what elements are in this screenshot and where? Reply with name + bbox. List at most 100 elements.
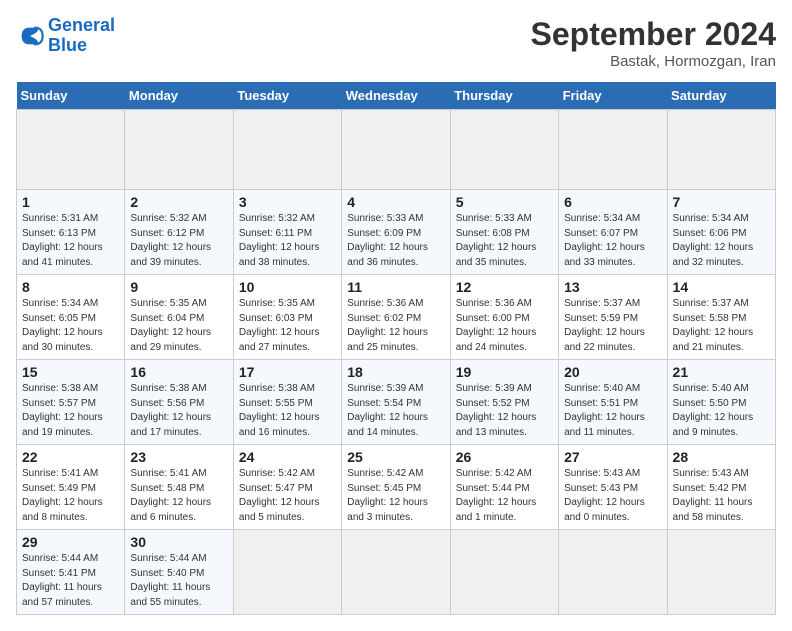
calendar-cell xyxy=(559,110,667,190)
calendar-cell: 28 Sunrise: 5:43 AMSunset: 5:42 PMDayligh… xyxy=(667,445,775,530)
calendar-cell xyxy=(559,530,667,615)
header-day: Tuesday xyxy=(233,82,341,110)
day-number: 8 xyxy=(22,279,119,295)
day-number: 25 xyxy=(347,449,444,465)
day-number: 22 xyxy=(22,449,119,465)
day-number: 18 xyxy=(347,364,444,380)
day-info: Sunrise: 5:39 AMSunset: 5:52 PMDaylight:… xyxy=(456,382,553,440)
day-info: Sunrise: 5:33 AMSunset: 6:08 PMDaylight:… xyxy=(456,212,553,270)
day-number: 15 xyxy=(22,364,119,380)
day-number: 14 xyxy=(673,279,770,295)
calendar-cell: 21Sunrise: 5:40 AMSunset: 5:50 PMDayligh… xyxy=(667,360,775,445)
calendar-cell: 9 Sunrise: 5:35 AMSunset: 6:04 PMDaylight… xyxy=(125,275,233,360)
calendar-cell xyxy=(450,530,558,615)
calendar-cell: 23Sunrise: 5:41 AMSunset: 5:48 PMDayligh… xyxy=(125,445,233,530)
day-info: Sunrise: 5:36 AMSunset: 6:02 PMDaylight:… xyxy=(347,297,444,355)
day-number: 5 xyxy=(456,194,553,210)
day-info: Sunrise: 5:34 AMSunset: 6:06 PMDaylight:… xyxy=(673,212,770,270)
day-info: Sunrise: 5:44 AMSunset: 5:40 PMDaylight:… xyxy=(130,552,227,610)
day-info: Sunrise: 5:38 AMSunset: 5:56 PMDaylight:… xyxy=(130,382,227,440)
day-number: 9 xyxy=(130,279,227,295)
logo: General Blue xyxy=(16,16,115,56)
logo-icon xyxy=(16,22,44,50)
day-info: Sunrise: 5:43 AMSunset: 5:43 PMDaylight:… xyxy=(564,467,661,525)
day-info: Sunrise: 5:42 AMSunset: 5:47 PMDaylight:… xyxy=(239,467,336,525)
month-title: September 2024 xyxy=(531,16,776,53)
day-number: 3 xyxy=(239,194,336,210)
calendar-cell xyxy=(233,110,341,190)
day-info: Sunrise: 5:44 AMSunset: 5:41 PMDaylight:… xyxy=(22,552,119,610)
day-number: 27 xyxy=(564,449,661,465)
day-info: Sunrise: 5:41 AMSunset: 5:48 PMDaylight:… xyxy=(130,467,227,525)
calendar-cell: 19 Sunrise: 5:39 AMSunset: 5:52 PMDayligh… xyxy=(450,360,558,445)
header-day: Thursday xyxy=(450,82,558,110)
calendar-cell xyxy=(667,110,775,190)
calendar-cell: 26Sunrise: 5:42 AMSunset: 5:44 PMDayligh… xyxy=(450,445,558,530)
calendar-cell: 15 Sunrise: 5:38 AMSunset: 5:57 PMDayligh… xyxy=(17,360,125,445)
calendar-cell: 12Sunrise: 5:36 AMSunset: 6:00 PMDayligh… xyxy=(450,275,558,360)
calendar-table: SundayMondayTuesdayWednesdayThursdayFrid… xyxy=(16,82,776,615)
day-number: 24 xyxy=(239,449,336,465)
day-number: 16 xyxy=(130,364,227,380)
calendar-cell: 25 Sunrise: 5:42 AMSunset: 5:45 PMDayligh… xyxy=(342,445,450,530)
day-number: 19 xyxy=(456,364,553,380)
day-number: 28 xyxy=(673,449,770,465)
day-number: 4 xyxy=(347,194,444,210)
day-number: 6 xyxy=(564,194,661,210)
calendar-cell xyxy=(667,530,775,615)
day-number: 13 xyxy=(564,279,661,295)
calendar-cell: 16 Sunrise: 5:38 AMSunset: 5:56 PMDayligh… xyxy=(125,360,233,445)
calendar-week-row: 8 Sunrise: 5:34 AMSunset: 6:05 PMDaylight… xyxy=(17,275,776,360)
day-number: 7 xyxy=(673,194,770,210)
calendar-cell: 11Sunrise: 5:36 AMSunset: 6:02 PMDayligh… xyxy=(342,275,450,360)
page-header: General Blue September 2024 Bastak, Horm… xyxy=(16,16,776,70)
header-day: Monday xyxy=(125,82,233,110)
header-day: Sunday xyxy=(17,82,125,110)
day-info: Sunrise: 5:35 AMSunset: 6:04 PMDaylight:… xyxy=(130,297,227,355)
day-number: 17 xyxy=(239,364,336,380)
calendar-cell: 24 Sunrise: 5:42 AMSunset: 5:47 PMDayligh… xyxy=(233,445,341,530)
calendar-cell: 5 Sunrise: 5:33 AMSunset: 6:08 PMDaylight… xyxy=(450,190,558,275)
day-number: 29 xyxy=(22,534,119,550)
calendar-cell xyxy=(233,530,341,615)
calendar-cell: 17 Sunrise: 5:38 AMSunset: 5:55 PMDayligh… xyxy=(233,360,341,445)
day-info: Sunrise: 5:32 AMSunset: 6:12 PMDaylight:… xyxy=(130,212,227,270)
day-info: Sunrise: 5:32 AMSunset: 6:11 PMDaylight:… xyxy=(239,212,336,270)
day-info: Sunrise: 5:34 AMSunset: 6:05 PMDaylight:… xyxy=(22,297,119,355)
calendar-cell: 18 Sunrise: 5:39 AMSunset: 5:54 PMDayligh… xyxy=(342,360,450,445)
day-info: Sunrise: 5:42 AMSunset: 5:44 PMDaylight:… xyxy=(456,467,553,525)
calendar-cell: 13 Sunrise: 5:37 AMSunset: 5:59 PMDayligh… xyxy=(559,275,667,360)
title-block: September 2024 Bastak, Hormozgan, Iran xyxy=(531,16,776,70)
header-day: Friday xyxy=(559,82,667,110)
day-number: 30 xyxy=(130,534,227,550)
header-row: SundayMondayTuesdayWednesdayThursdayFrid… xyxy=(17,82,776,110)
day-number: 10 xyxy=(239,279,336,295)
header-day: Saturday xyxy=(667,82,775,110)
calendar-week-row: 15 Sunrise: 5:38 AMSunset: 5:57 PMDayligh… xyxy=(17,360,776,445)
day-info: Sunrise: 5:38 AMSunset: 5:55 PMDaylight:… xyxy=(239,382,336,440)
day-number: 20 xyxy=(564,364,661,380)
calendar-week-row: 29 Sunrise: 5:44 AMSunset: 5:41 PMDayligh… xyxy=(17,530,776,615)
calendar-cell: 14Sunrise: 5:37 AMSunset: 5:58 PMDayligh… xyxy=(667,275,775,360)
day-info: Sunrise: 5:37 AMSunset: 5:59 PMDaylight:… xyxy=(564,297,661,355)
calendar-cell: 22 Sunrise: 5:41 AMSunset: 5:49 PMDayligh… xyxy=(17,445,125,530)
day-info: Sunrise: 5:31 AMSunset: 6:13 PMDaylight:… xyxy=(22,212,119,270)
day-info: Sunrise: 5:38 AMSunset: 5:57 PMDaylight:… xyxy=(22,382,119,440)
calendar-cell xyxy=(342,110,450,190)
day-info: Sunrise: 5:42 AMSunset: 5:45 PMDaylight:… xyxy=(347,467,444,525)
calendar-cell: 20Sunrise: 5:40 AMSunset: 5:51 PMDayligh… xyxy=(559,360,667,445)
calendar-cell: 7 Sunrise: 5:34 AMSunset: 6:06 PMDaylight… xyxy=(667,190,775,275)
calendar-cell: 29 Sunrise: 5:44 AMSunset: 5:41 PMDayligh… xyxy=(17,530,125,615)
calendar-cell: 4Sunrise: 5:33 AMSunset: 6:09 PMDaylight… xyxy=(342,190,450,275)
day-info: Sunrise: 5:41 AMSunset: 5:49 PMDaylight:… xyxy=(22,467,119,525)
day-info: Sunrise: 5:34 AMSunset: 6:07 PMDaylight:… xyxy=(564,212,661,270)
day-info: Sunrise: 5:43 AMSunset: 5:42 PMDaylight:… xyxy=(673,467,770,525)
calendar-week-row: 1Sunrise: 5:31 AMSunset: 6:13 PMDaylight… xyxy=(17,190,776,275)
calendar-cell: 3 Sunrise: 5:32 AMSunset: 6:11 PMDaylight… xyxy=(233,190,341,275)
day-info: Sunrise: 5:39 AMSunset: 5:54 PMDaylight:… xyxy=(347,382,444,440)
calendar-cell xyxy=(342,530,450,615)
day-info: Sunrise: 5:35 AMSunset: 6:03 PMDaylight:… xyxy=(239,297,336,355)
calendar-cell: 10 Sunrise: 5:35 AMSunset: 6:03 PMDayligh… xyxy=(233,275,341,360)
day-info: Sunrise: 5:40 AMSunset: 5:50 PMDaylight:… xyxy=(673,382,770,440)
calendar-week-row xyxy=(17,110,776,190)
